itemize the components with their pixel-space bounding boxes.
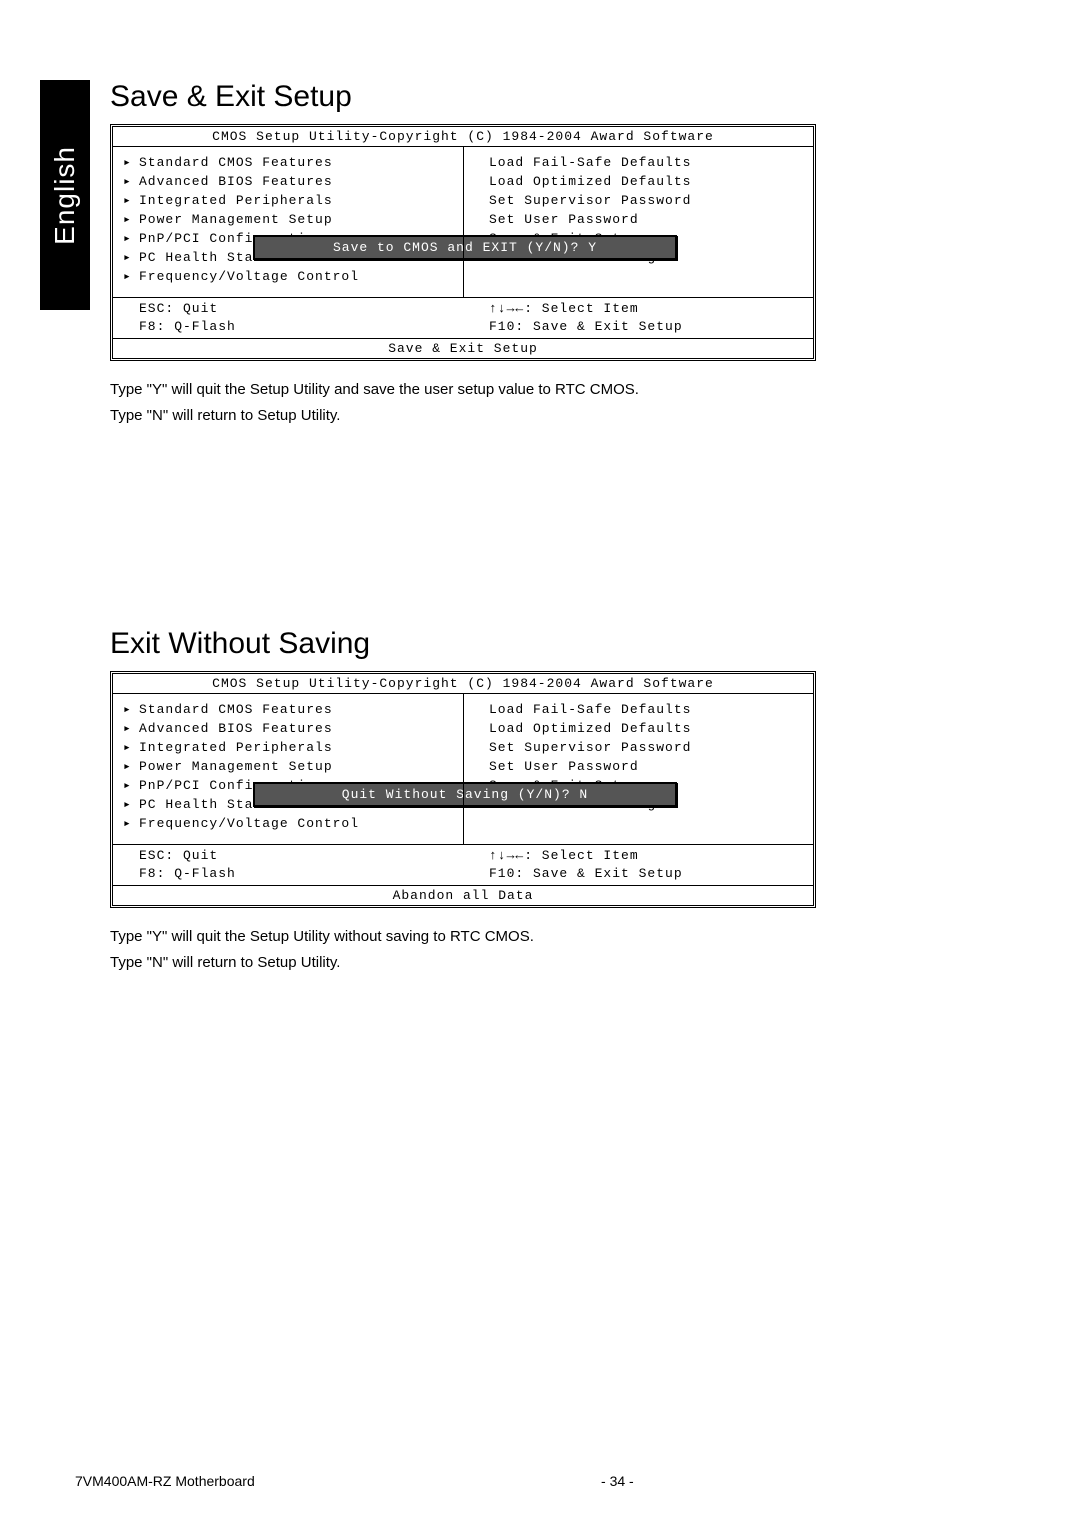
bios-box-1: CMOS Setup Utility-Copyright (C) 1984-20… <box>110 124 816 361</box>
bios-title-1: CMOS Setup Utility-Copyright (C) 1984-20… <box>113 127 813 147</box>
menu-item[interactable]: Power Management Setup <box>139 210 453 229</box>
bios-left-col-2: Standard CMOS Features Advanced BIOS Fea… <box>113 694 463 844</box>
bios-right-col-1: Load Fail-Safe Defaults Load Optimized D… <box>463 147 813 297</box>
save-dialog[interactable]: Save to CMOS and EXIT (Y/N)? Y <box>253 235 677 260</box>
bios-status-1: Save & Exit Setup <box>113 338 813 358</box>
quit-dialog[interactable]: Quit Without Saving (Y/N)? N <box>253 782 677 807</box>
hint-esc: ESC: Quit <box>139 847 453 865</box>
menu-item[interactable]: Load Fail-Safe Defaults <box>489 153 803 172</box>
section1-heading: Save & Exit Setup <box>110 80 980 114</box>
bios-bottom-left-2: ESC: Quit F8: Q-Flash <box>113 845 463 885</box>
bios-right-col-2: Load Fail-Safe Defaults Load Optimized D… <box>463 694 813 844</box>
hint-f10: F10: Save & Exit Setup <box>489 865 803 883</box>
footer-left: 7VM400AM-RZ Motherboard <box>75 1473 255 1489</box>
menu-item[interactable]: Load Fail-Safe Defaults <box>489 700 803 719</box>
footer-pagenum: - 34 - <box>601 1473 634 1489</box>
language-label: English <box>49 146 81 245</box>
menu-item[interactable]: Set Supervisor Password <box>489 191 803 210</box>
content: Save & Exit Setup CMOS Setup Utility-Cop… <box>110 80 980 974</box>
hint-esc: ESC: Quit <box>139 300 453 318</box>
menu-item[interactable]: Advanced BIOS Features <box>139 172 453 191</box>
bios-bottom-right-2: ↑↓→←: Select Item F10: Save & Exit Setup <box>463 845 813 885</box>
menu-item[interactable]: Frequency/Voltage Control <box>139 267 453 286</box>
hint-f8: F8: Q-Flash <box>139 318 453 336</box>
hint-f10: F10: Save & Exit Setup <box>489 318 803 336</box>
bios-title-2: CMOS Setup Utility-Copyright (C) 1984-20… <box>113 674 813 694</box>
bios-bottom-2: ESC: Quit F8: Q-Flash ↑↓→←: Select Item … <box>113 844 813 885</box>
hint-f8: F8: Q-Flash <box>139 865 453 883</box>
menu-item[interactable]: Set User Password <box>489 757 803 776</box>
language-tab: English <box>40 80 90 310</box>
hint-arrows: ↑↓→←: Select Item <box>489 300 803 318</box>
menu-item[interactable]: Integrated Peripherals <box>139 738 453 757</box>
section1-desc1: Type "Y" will quit the Setup Utility and… <box>110 379 980 401</box>
bios-left-col-1: Standard CMOS Features Advanced BIOS Fea… <box>113 147 463 297</box>
menu-item[interactable]: Power Management Setup <box>139 757 453 776</box>
menu-item[interactable]: Load Optimized Defaults <box>489 719 803 738</box>
bios-body-1: Standard CMOS Features Advanced BIOS Fea… <box>113 147 813 297</box>
menu-item[interactable]: Set Supervisor Password <box>489 738 803 757</box>
menu-item[interactable]: Integrated Peripherals <box>139 191 453 210</box>
menu-item[interactable]: Standard CMOS Features <box>139 700 453 719</box>
hint-arrows: ↑↓→←: Select Item <box>489 847 803 865</box>
menu-item[interactable]: Standard CMOS Features <box>139 153 453 172</box>
section1-desc2: Type "N" will return to Setup Utility. <box>110 405 980 427</box>
section2-heading: Exit Without Saving <box>110 627 980 661</box>
bios-status-2: Abandon all Data <box>113 885 813 905</box>
section2-desc1: Type "Y" will quit the Setup Utility wit… <box>110 926 980 948</box>
menu-item[interactable]: Frequency/Voltage Control <box>139 814 453 833</box>
section2-desc2: Type "N" will return to Setup Utility. <box>110 952 980 974</box>
page-footer: 7VM400AM-RZ Motherboard - 34 - <box>75 1473 980 1489</box>
menu-item[interactable]: Load Optimized Defaults <box>489 172 803 191</box>
bios-bottom-1: ESC: Quit F8: Q-Flash ↑↓→←: Select Item … <box>113 297 813 338</box>
bios-box-2: CMOS Setup Utility-Copyright (C) 1984-20… <box>110 671 816 908</box>
menu-item[interactable]: Set User Password <box>489 210 803 229</box>
menu-item[interactable]: Advanced BIOS Features <box>139 719 453 738</box>
page: English Save & Exit Setup CMOS Setup Uti… <box>0 0 1080 1535</box>
bios-bottom-right-1: ↑↓→←: Select Item F10: Save & Exit Setup <box>463 298 813 338</box>
bios-bottom-left-1: ESC: Quit F8: Q-Flash <box>113 298 463 338</box>
bios-body-2: Standard CMOS Features Advanced BIOS Fea… <box>113 694 813 844</box>
